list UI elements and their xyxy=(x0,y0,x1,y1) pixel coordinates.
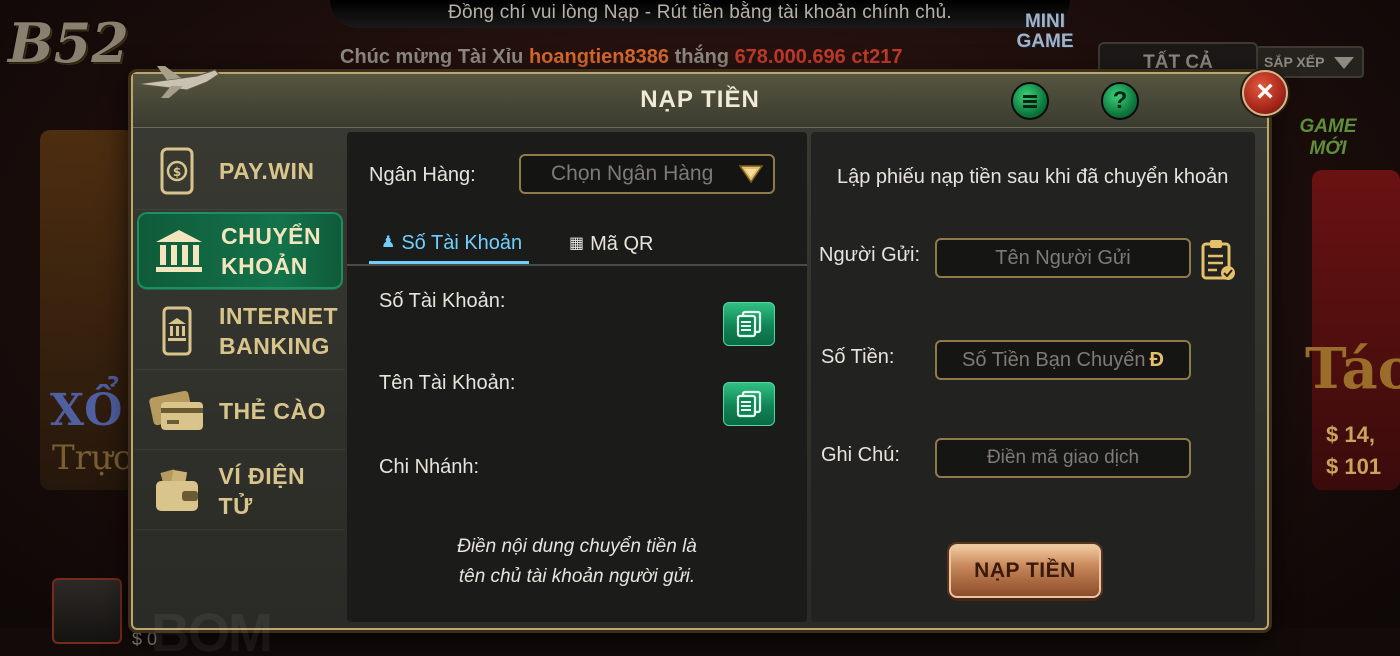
jackpot-value: $ 101 xyxy=(1326,454,1382,479)
brand-watermark: BOM xyxy=(151,603,273,656)
amount-label: Số Tiền: xyxy=(821,346,895,368)
sidebar-item-e-wallet[interactable]: VÍ ĐIỆN TỬ xyxy=(135,452,345,530)
copy-icon xyxy=(736,310,762,338)
svg-text:$: $ xyxy=(173,165,181,179)
wallet-icon xyxy=(149,463,205,519)
card-icon xyxy=(149,383,205,439)
submit-deposit-button[interactable]: NẠP TIỀN xyxy=(949,544,1101,598)
jackpot-value: $ 14, xyxy=(1326,422,1375,447)
qr-icon: ▦ xyxy=(569,235,585,252)
account-number-label: Số Tài Khoản: xyxy=(379,290,506,312)
mobile-bank-icon xyxy=(149,303,205,359)
bank-select[interactable]: Chọn Ngân Hàng xyxy=(519,154,775,194)
payment-method-sidebar: $ PAY.WIN CHUYỂN KHOẢN INTERNET BANKING … xyxy=(135,132,345,656)
transfer-note: Điền nội dung chuyển tiền là tên chủ tài… xyxy=(457,536,697,587)
account-tabs: ♟ Số Tài Khoản ▦ Mã QR xyxy=(347,224,807,266)
bank-label: Ngân Hàng: xyxy=(369,164,476,186)
list-icon xyxy=(1023,93,1037,110)
copy-account-name-button[interactable] xyxy=(723,382,775,426)
chevron-down-icon xyxy=(1334,57,1354,69)
sidebar-item-label: PAY.WIN xyxy=(219,157,315,184)
game-card-title: XỔ xyxy=(50,385,123,436)
close-button[interactable]: × xyxy=(1242,70,1288,116)
chevron-down-icon xyxy=(739,165,763,184)
winner-marquee: Chúc mừng Tài Xỉu hoangtien8386 thắng 67… xyxy=(340,46,903,68)
transaction-code-input[interactable]: Điền mã giao dịch xyxy=(935,438,1191,478)
modal-header: NẠP TIỀN ? xyxy=(133,74,1267,128)
sidebar-item-internet-banking[interactable]: INTERNET BANKING xyxy=(135,292,345,370)
note-label: Ghi Chú: xyxy=(821,444,900,466)
user-icon: ♟ xyxy=(381,233,396,251)
sidebar-item-label: INTERNET BANKING xyxy=(219,302,338,359)
deposit-form-panel: Lập phiếu nạp tiền sau khi đã chuyển kho… xyxy=(811,132,1255,622)
tab-qr-code[interactable]: ▦ Mã QR xyxy=(569,224,653,264)
sidebar-item-bank-transfer[interactable]: CHUYỂN KHOẢN xyxy=(137,212,343,290)
notice-bar: Đồng chí vui lòng Nạp - Rút tiền bằng tà… xyxy=(330,0,1070,28)
airplane-icon xyxy=(136,66,220,98)
game-new-badge: GAME MỚI xyxy=(1299,116,1357,159)
form-title: Lập phiếu nạp tiền sau khi đã chuyển kho… xyxy=(837,166,1229,188)
clipboard-check-icon[interactable] xyxy=(1201,238,1235,282)
help-button[interactable]: ? xyxy=(1101,82,1139,120)
branch-label: Chi Nhánh: xyxy=(379,456,480,478)
copy-account-number-button[interactable] xyxy=(723,302,775,346)
game-card-left[interactable] xyxy=(40,130,135,490)
sidebar-item-label: CHUYỂN KHOẢN xyxy=(221,222,322,279)
avatar[interactable] xyxy=(52,578,122,644)
game-card-subtitle: Trực xyxy=(52,438,132,478)
modal-title: NẠP TIỀN xyxy=(640,86,760,113)
tab-account-number[interactable]: ♟ Số Tài Khoản xyxy=(369,224,529,264)
bank-icon xyxy=(151,223,207,279)
history-list-button[interactable] xyxy=(1011,82,1049,120)
deposit-modal: NẠP TIỀN ? × $ PAY.WIN CHUYỂN KHOẢN INTE… xyxy=(131,66,1288,656)
sidebar-item-scratch-card[interactable]: THẺ CÀO xyxy=(135,372,345,450)
game-card-title-right: Táo xyxy=(1305,336,1400,402)
bank-info-panel: Ngân Hàng: Chọn Ngân Hàng ♟ Số Tài Khoản… xyxy=(347,132,807,622)
account-name-label: Tên Tài Khoản: xyxy=(379,372,516,394)
currency-symbol: Đ xyxy=(1149,349,1164,371)
sender-label: Người Gửi: xyxy=(819,244,921,266)
sidebar-item-label: VÍ ĐIỆN TỬ xyxy=(218,462,306,519)
sidebar-item-paywin[interactable]: $ PAY.WIN xyxy=(135,132,345,210)
phone-money-icon: $ xyxy=(149,143,205,199)
amount-input[interactable]: Số Tiền Bạn Chuyển Đ xyxy=(935,340,1191,380)
sidebar-item-label: THẺ CÀO xyxy=(219,397,326,424)
sender-input[interactable]: Tên Người Gửi xyxy=(935,238,1191,278)
mini-game-button[interactable]: MINI GAME xyxy=(1005,12,1085,60)
copy-icon xyxy=(736,390,762,418)
